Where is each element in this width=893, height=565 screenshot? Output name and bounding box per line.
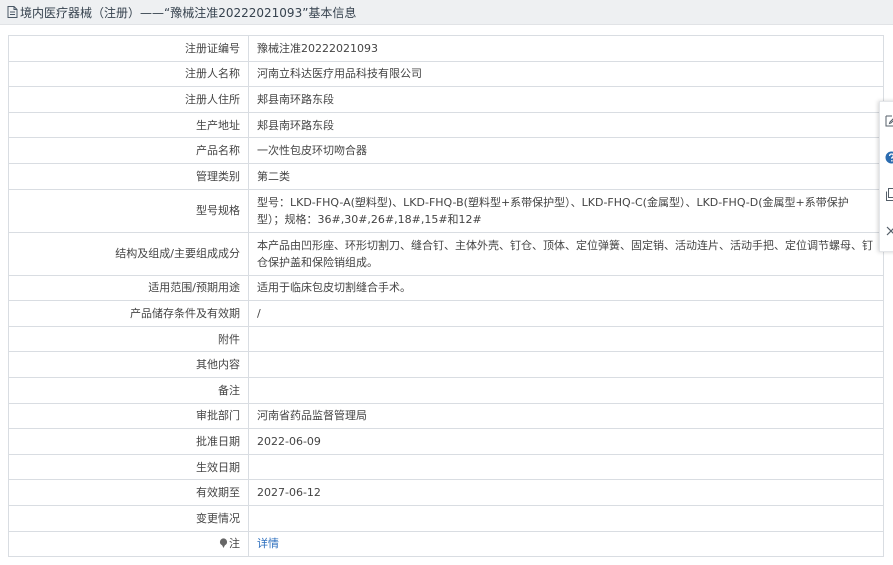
copy-icon — [885, 187, 893, 201]
table-row: 注 详情 — [8, 530, 884, 558]
table-row: 型号规格 型号：LKD-FHQ-A(塑料型)、LKD-FHQ-B(塑料型+系带保… — [8, 188, 884, 233]
document-icon — [7, 6, 18, 18]
close-button[interactable] — [884, 224, 893, 238]
field-value — [248, 504, 884, 532]
side-toolbar — [879, 101, 893, 252]
field-value: 河南省药品监督管理局 — [248, 402, 884, 430]
field-label: 附件 — [8, 325, 249, 353]
details-link[interactable]: 详情 — [257, 537, 279, 550]
field-value: 2027-06-12 — [248, 479, 884, 506]
table-row: 产品名称 一次性包皮环切吻合器 — [8, 137, 884, 164]
field-value: 豫械注准20222021093 — [248, 35, 884, 62]
help-icon — [885, 151, 893, 163]
field-label: 生产地址 — [8, 111, 249, 139]
field-value — [248, 453, 884, 481]
field-label: 变更情况 — [8, 504, 249, 532]
table-row: 生效日期 — [8, 453, 884, 481]
field-label: 适用范围/预期用途 — [8, 274, 249, 302]
table-row: 注册人住所 郏县南环路东段 — [8, 86, 884, 113]
help-button[interactable] — [884, 150, 893, 164]
close-icon — [886, 226, 893, 236]
field-label: 批准日期 — [8, 428, 249, 455]
table-row: 有效期至 2027-06-12 — [8, 479, 884, 506]
field-value: 型号：LKD-FHQ-A(塑料型)、LKD-FHQ-B(塑料型+系带保护型）、L… — [248, 188, 884, 233]
field-label: 其他内容 — [8, 351, 249, 378]
field-value — [248, 325, 884, 353]
field-value: 一次性包皮环切吻合器 — [248, 137, 884, 164]
field-label: 生效日期 — [8, 453, 249, 481]
registration-info-table: 注册证编号 豫械注准20222021093 注册人名称 河南立科达医疗用品科技有… — [8, 35, 884, 558]
field-value: 河南立科达医疗用品科技有限公司 — [248, 60, 884, 88]
field-value: 2022-06-09 — [248, 428, 884, 455]
table-row: 注册证编号 豫械注准20222021093 — [8, 35, 884, 62]
table-row: 变更情况 — [8, 504, 884, 532]
page-header: 境内医疗器械（注册）——“豫械注准20222021093”基本信息 — [0, 0, 893, 25]
edit-button[interactable] — [884, 113, 893, 127]
field-label: 审批部门 — [8, 402, 249, 430]
field-label: 注册证编号 — [8, 35, 249, 62]
field-value: / — [248, 300, 884, 327]
field-value: 第二类 — [248, 162, 884, 190]
field-value: 本产品由凹形座、环形切割刀、缝合钉、主体外壳、钉仓、顶体、定位弹簧、固定销、活动… — [248, 231, 884, 276]
table-row: 生产地址 郏县南环路东段 — [8, 111, 884, 139]
note-label: 注 — [8, 530, 249, 558]
page-title: 境内医疗器械（注册）——“豫械注准20222021093”基本信息 — [20, 5, 357, 20]
field-label: 有效期至 — [8, 479, 249, 506]
field-label: 产品名称 — [8, 137, 249, 164]
field-value — [248, 376, 884, 404]
field-value: 详情 — [248, 530, 884, 558]
field-label: 型号规格 — [8, 188, 249, 233]
table-row: 备注 — [8, 376, 884, 404]
table-row: 产品储存条件及有效期 / — [8, 300, 884, 327]
table-row: 结构及组成/主要组成成分 本产品由凹形座、环形切割刀、缝合钉、主体外壳、钉仓、顶… — [8, 231, 884, 276]
table-row: 附件 — [8, 325, 884, 353]
field-label: 结构及组成/主要组成成分 — [8, 231, 249, 276]
table-row: 管理类别 第二类 — [8, 162, 884, 190]
field-label: 注册人名称 — [8, 60, 249, 88]
field-value — [248, 351, 884, 378]
field-label: 注册人住所 — [8, 86, 249, 113]
copy-button[interactable] — [884, 187, 893, 201]
field-label: 注 — [229, 537, 240, 551]
field-value: 适用于临床包皮切割缝合手术。 — [248, 274, 884, 302]
pin-icon — [219, 538, 228, 549]
field-label: 备注 — [8, 376, 249, 404]
table-row: 批准日期 2022-06-09 — [8, 428, 884, 455]
field-label: 管理类别 — [8, 162, 249, 190]
table-row: 注册人名称 河南立科达医疗用品科技有限公司 — [8, 60, 884, 88]
field-value: 郏县南环路东段 — [248, 111, 884, 139]
field-label: 产品储存条件及有效期 — [8, 300, 249, 327]
edit-icon — [885, 115, 893, 126]
table-row: 适用范围/预期用途 适用于临床包皮切割缝合手术。 — [8, 274, 884, 302]
table-row: 其他内容 — [8, 351, 884, 378]
field-value: 郏县南环路东段 — [248, 86, 884, 113]
table-row: 审批部门 河南省药品监督管理局 — [8, 402, 884, 430]
